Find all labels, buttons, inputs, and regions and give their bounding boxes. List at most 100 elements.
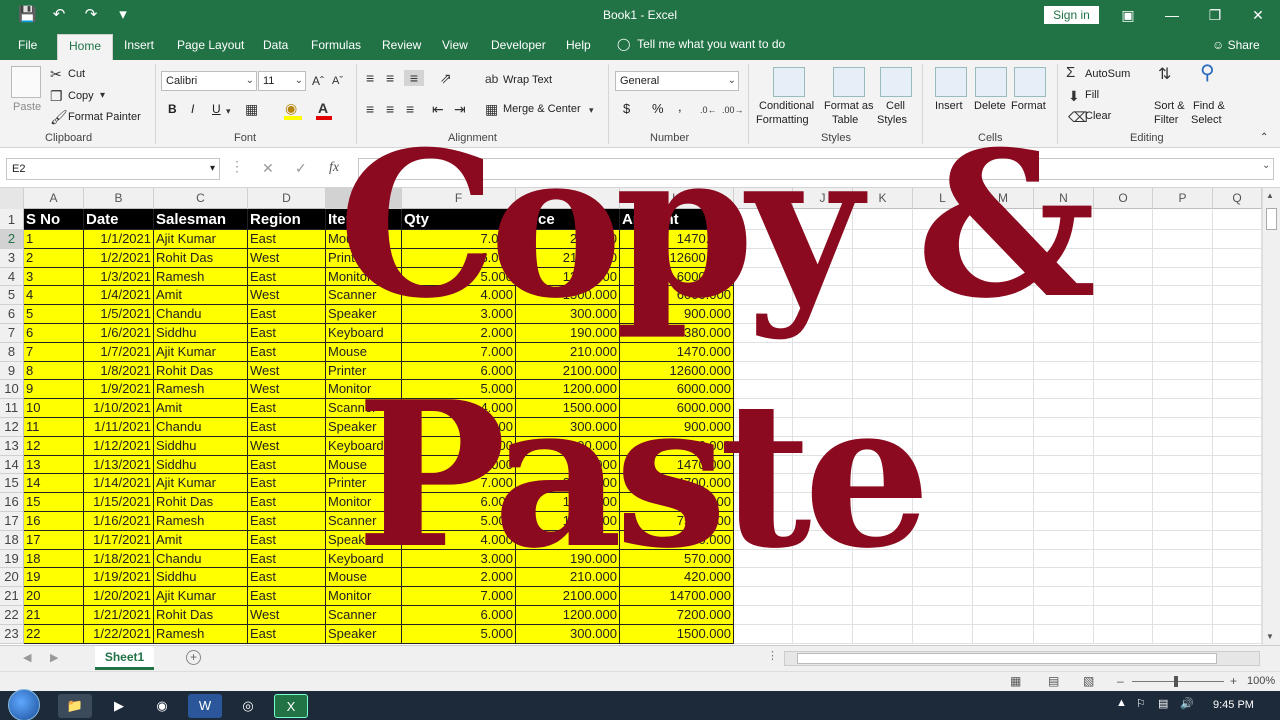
- empty-cell[interactable]: [1153, 493, 1213, 512]
- empty-cell[interactable]: [1213, 568, 1262, 588]
- tab-data[interactable]: Data: [263, 38, 288, 52]
- tab-insert[interactable]: Insert: [124, 38, 154, 52]
- vertical-scroll-thumb[interactable]: [1266, 208, 1277, 230]
- table-cell[interactable]: East: [248, 568, 326, 588]
- table-cell[interactable]: 1/2/2021: [84, 248, 154, 268]
- empty-cell[interactable]: [1034, 399, 1094, 418]
- cut-icon[interactable]: ✂: [50, 66, 62, 82]
- table-cell[interactable]: 1/8/2021: [84, 361, 154, 381]
- format-painter-button[interactable]: Format Painter: [68, 110, 141, 124]
- empty-cell[interactable]: [1213, 624, 1262, 644]
- align-bottom-icon[interactable]: ≡: [404, 70, 424, 86]
- row-header[interactable]: 14: [0, 455, 24, 475]
- empty-cell[interactable]: [1094, 474, 1153, 494]
- word-icon[interactable]: W: [188, 694, 222, 718]
- empty-cell[interactable]: [913, 624, 973, 644]
- empty-cell[interactable]: [1153, 624, 1213, 644]
- table-cell[interactable]: 6: [24, 324, 84, 343]
- empty-cell[interactable]: [1153, 549, 1213, 569]
- table-cell[interactable]: 1/22/2021: [84, 624, 154, 644]
- empty-cell[interactable]: [973, 436, 1034, 456]
- table-cell[interactable]: Rohit Das: [154, 493, 248, 512]
- cancel-icon[interactable]: ✕: [262, 160, 274, 177]
- empty-cell[interactable]: [1034, 606, 1094, 625]
- row-header[interactable]: 6: [0, 305, 24, 324]
- row-header[interactable]: 10: [0, 380, 24, 400]
- undo-icon[interactable]: ↶: [50, 6, 68, 24]
- tray-arrow-icon[interactable]: ▲: [1116, 697, 1127, 709]
- table-cell[interactable]: 13: [24, 455, 84, 475]
- empty-cell[interactable]: [1094, 248, 1153, 268]
- fill-color-icon[interactable]: ◉: [285, 100, 297, 116]
- empty-cell[interactable]: [973, 493, 1034, 512]
- conditional-formatting-icon[interactable]: [773, 67, 805, 97]
- row-header[interactable]: 15: [0, 474, 24, 494]
- enter-icon[interactable]: ✓: [295, 160, 307, 177]
- format-cells-icon[interactable]: [1014, 67, 1046, 97]
- magnifier-icon[interactable]: ⚲: [1200, 63, 1215, 83]
- table-cell[interactable]: Ajit Kumar: [154, 474, 248, 494]
- decrease-font-icon[interactable]: Aˇ: [332, 73, 343, 89]
- empty-cell[interactable]: [1094, 380, 1153, 400]
- table-cell[interactable]: West: [248, 361, 326, 381]
- column-header[interactable]: O: [1094, 188, 1153, 209]
- table-cell[interactable]: 4: [24, 286, 84, 306]
- table-cell[interactable]: Rohit Das: [154, 248, 248, 268]
- empty-cell[interactable]: [973, 474, 1034, 494]
- row-header[interactable]: 2: [0, 230, 24, 249]
- empty-cell[interactable]: [1153, 267, 1213, 287]
- copy-button[interactable]: Copy: [68, 89, 94, 103]
- row-header[interactable]: 23: [0, 624, 24, 644]
- tab-developer[interactable]: Developer: [491, 38, 546, 52]
- empty-cell[interactable]: [1213, 606, 1262, 625]
- table-cell[interactable]: 22: [24, 624, 84, 644]
- table-cell[interactable]: 1/21/2021: [84, 606, 154, 625]
- table-cell[interactable]: 16: [24, 512, 84, 531]
- table-cell[interactable]: 1200.000: [516, 606, 620, 625]
- table-cell[interactable]: 1/9/2021: [84, 380, 154, 400]
- table-cell[interactable]: East: [248, 512, 326, 531]
- zoom-slider-track[interactable]: [1132, 681, 1224, 682]
- fill-icon[interactable]: ⬇: [1068, 88, 1080, 104]
- row-header[interactable]: 7: [0, 324, 24, 343]
- empty-cell[interactable]: [1213, 474, 1262, 494]
- table-cell[interactable]: East: [248, 305, 326, 324]
- paste-icon[interactable]: [11, 66, 41, 98]
- delete-cells-icon[interactable]: [975, 67, 1007, 97]
- windows-start-icon[interactable]: [8, 689, 40, 720]
- table-cell[interactable]: 20: [24, 587, 84, 606]
- empty-cell[interactable]: [973, 512, 1034, 531]
- empty-cell[interactable]: [973, 549, 1034, 569]
- empty-cell[interactable]: [1153, 587, 1213, 606]
- empty-cell[interactable]: [973, 380, 1034, 400]
- table-cell[interactable]: East: [248, 230, 326, 249]
- table-cell[interactable]: 1/1/2021: [84, 230, 154, 249]
- row-header[interactable]: 17: [0, 512, 24, 531]
- table-cell[interactable]: Rohit Das: [154, 606, 248, 625]
- row-header[interactable]: 12: [0, 418, 24, 437]
- table-header-cell[interactable]: S No: [24, 209, 84, 230]
- sheet-nav-left-icon[interactable]: ◀: [23, 651, 31, 664]
- table-cell[interactable]: 2: [24, 248, 84, 268]
- empty-cell[interactable]: [1153, 606, 1213, 625]
- vertical-scrollbar[interactable]: ▲ ▼: [1262, 188, 1280, 645]
- sign-in-button[interactable]: Sign in: [1044, 6, 1099, 24]
- empty-cell[interactable]: [853, 624, 913, 644]
- empty-cell[interactable]: [1153, 455, 1213, 475]
- table-cell[interactable]: Speaker: [326, 624, 402, 644]
- row-header[interactable]: 1: [0, 209, 24, 230]
- table-cell[interactable]: 5: [24, 305, 84, 324]
- scroll-up-icon[interactable]: ▲: [1266, 191, 1274, 200]
- table-cell[interactable]: 1/4/2021: [84, 286, 154, 306]
- empty-cell[interactable]: [1034, 512, 1094, 531]
- table-cell[interactable]: 1/13/2021: [84, 455, 154, 475]
- redo-icon[interactable]: ↷: [82, 6, 100, 24]
- table-cell[interactable]: 1/17/2021: [84, 530, 154, 550]
- table-cell[interactable]: West: [248, 436, 326, 456]
- empty-cell[interactable]: [1094, 324, 1153, 343]
- empty-cell[interactable]: [1213, 248, 1262, 268]
- column-header[interactable]: A: [24, 188, 84, 209]
- table-cell[interactable]: Amit: [154, 530, 248, 550]
- row-header[interactable]: 18: [0, 530, 24, 550]
- row-header[interactable]: 16: [0, 493, 24, 512]
